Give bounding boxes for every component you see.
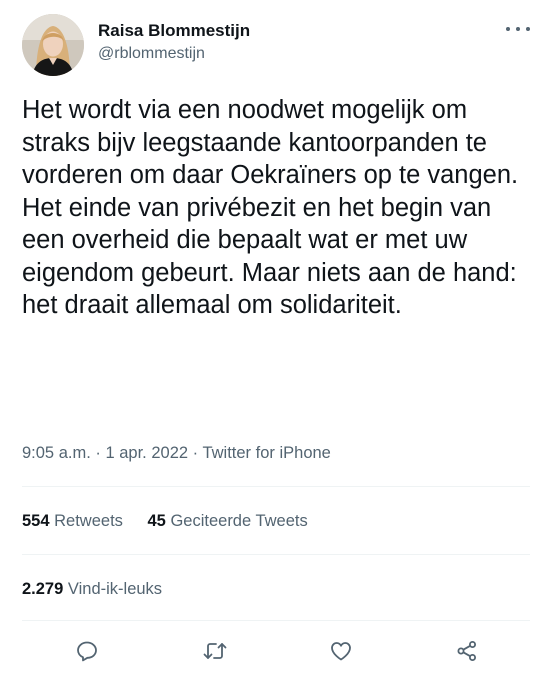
avatar-image — [22, 14, 84, 76]
retweets-label: Retweets — [54, 512, 123, 530]
reply-icon — [77, 641, 97, 662]
tweet-date[interactable]: 1 apr. 2022 — [105, 444, 188, 462]
divider — [22, 620, 530, 621]
share-button[interactable] — [452, 636, 482, 666]
retweets-stat[interactable]: 554 Retweets — [22, 512, 128, 530]
display-name[interactable]: Raisa Blommestijn — [98, 20, 250, 42]
tweet-metadata: 9:05 a.m. · 1 apr. 2022 · Twitter for iP… — [22, 442, 331, 464]
likes-count: 2.279 — [22, 580, 64, 598]
tweet-time[interactable]: 9:05 a.m. — [22, 444, 91, 462]
tweet-source[interactable]: Twitter for iPhone — [202, 444, 330, 462]
quotes-count: 45 — [147, 512, 166, 530]
share-icon — [457, 641, 476, 661]
retweets-count: 554 — [22, 512, 50, 530]
likes-stats: 2.279 Vind-ik-leuks — [22, 578, 162, 600]
retweet-button[interactable] — [200, 636, 230, 666]
quotes-stat[interactable]: 45 Geciteerde Tweets — [148, 512, 308, 530]
tweet-card: Raisa Blommestijn @rblommestijn Het word… — [0, 0, 552, 680]
author-names: Raisa Blommestijn @rblommestijn — [98, 20, 250, 65]
likes-stat[interactable]: 2.279 Vind-ik-leuks — [22, 580, 162, 598]
avatar[interactable] — [22, 14, 84, 76]
like-icon — [331, 642, 351, 661]
reply-button[interactable] — [72, 636, 102, 666]
tweet-header: Raisa Blommestijn @rblommestijn — [22, 14, 532, 78]
engagement-stats: 554 Retweets 45 Geciteerde Tweets — [22, 510, 308, 532]
user-handle[interactable]: @rblommestijn — [98, 43, 250, 65]
more-dot — [526, 27, 530, 31]
like-button[interactable] — [326, 636, 356, 666]
retweet-icon — [203, 643, 227, 659]
divider — [22, 554, 530, 555]
likes-label: Vind-ik-leuks — [67, 580, 163, 598]
more-options-icon[interactable] — [506, 22, 530, 36]
more-dot — [516, 27, 520, 31]
tweet-text: Het wordt via een noodwet mogelijk om st… — [22, 96, 519, 319]
action-bar — [22, 636, 530, 666]
meta-separator: · — [95, 444, 101, 462]
meta-separator: · — [192, 444, 199, 462]
more-dot — [506, 27, 510, 31]
quotes-label: Geciteerde Tweets — [170, 512, 308, 530]
divider — [22, 486, 530, 487]
